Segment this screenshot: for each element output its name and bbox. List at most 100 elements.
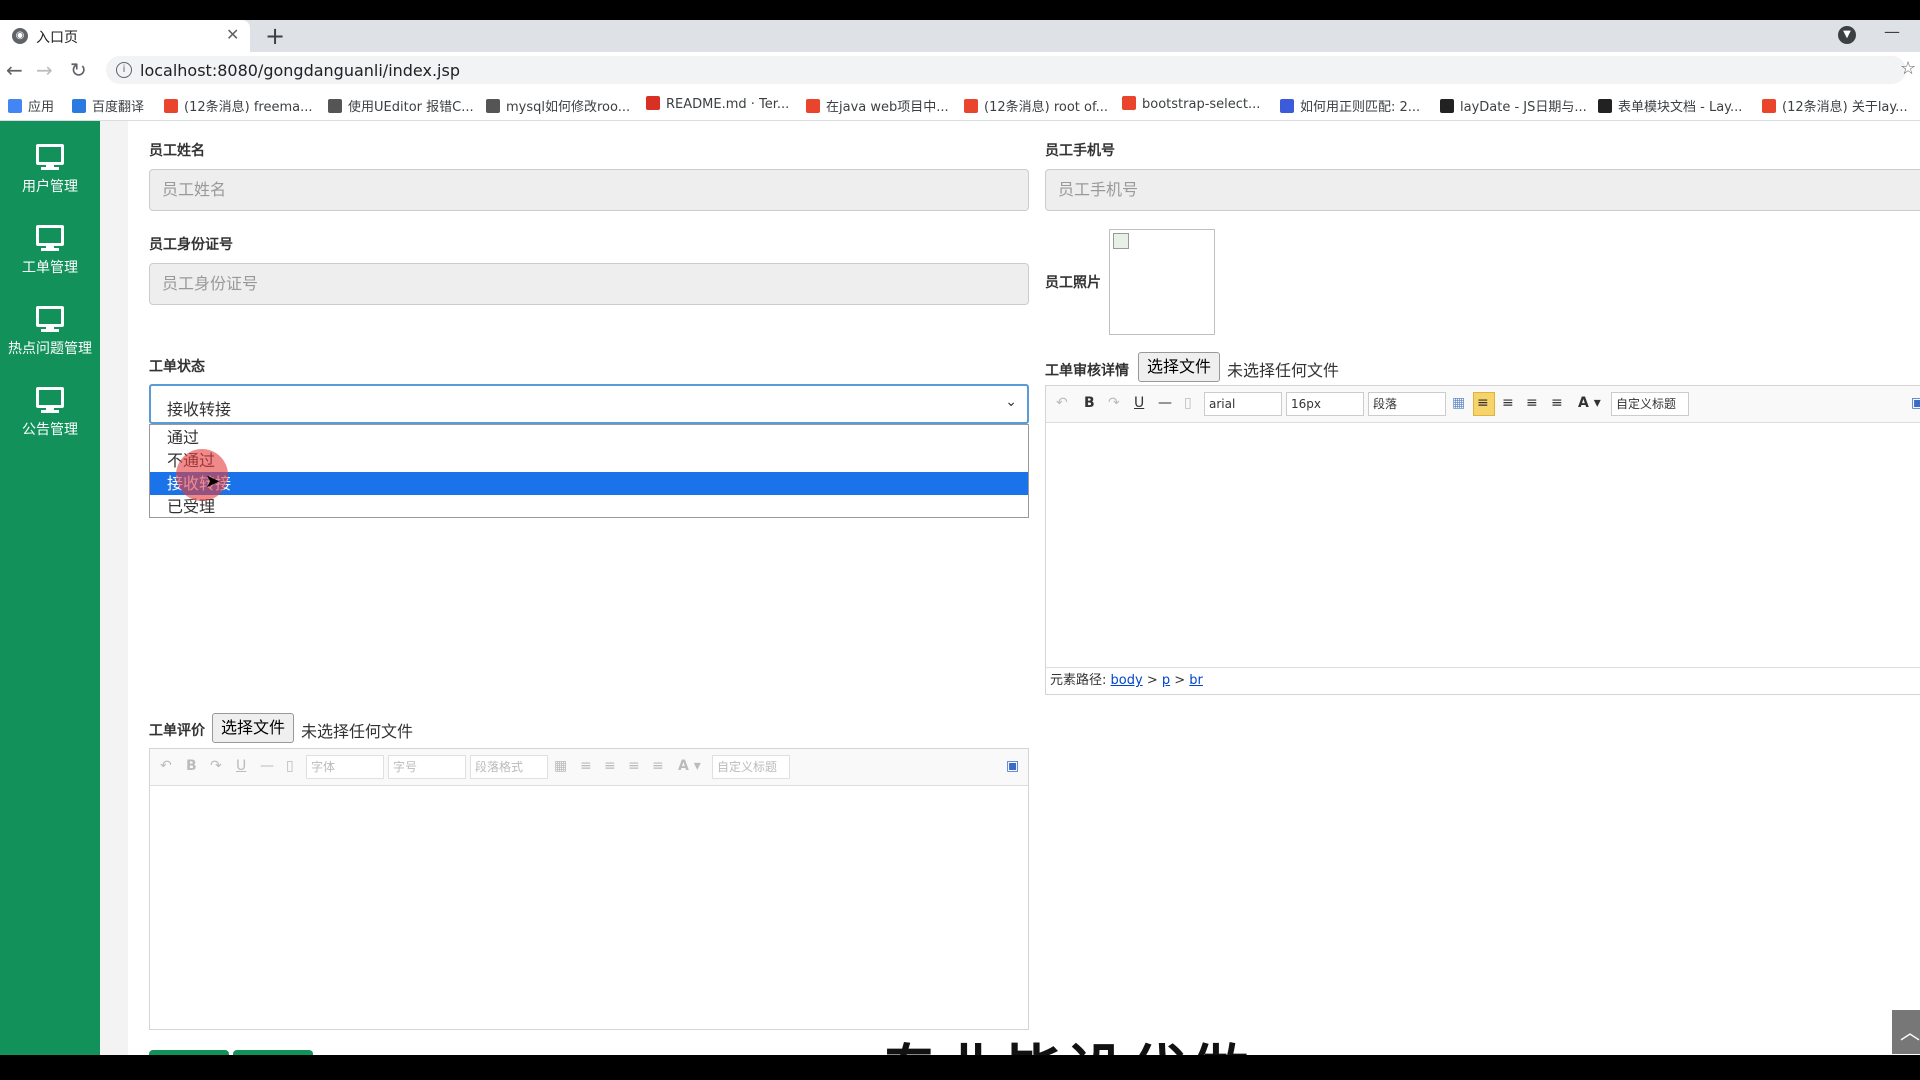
bold-icon[interactable]: B xyxy=(1084,395,1095,411)
sidebar-item-label: 用户管理 xyxy=(22,179,78,195)
bookmark-item[interactable]: 如何用正则匹配: 2... xyxy=(1280,96,1420,115)
employee-photo-label: 员工照片 xyxy=(1045,275,1101,291)
forward-icon[interactable]: → xyxy=(36,58,53,82)
status-option-accepted[interactable]: 已受理 xyxy=(150,495,1028,518)
bookmark-item[interactable]: mysql如何修改roo... xyxy=(486,96,630,115)
bookmark-item[interactable]: 在java web项目中... xyxy=(806,96,949,115)
font-family-select[interactable]: arial xyxy=(1204,392,1282,416)
bookmark-favicon-icon xyxy=(72,99,86,113)
align-left-icon[interactable]: ≡ xyxy=(580,758,592,774)
align-left-icon[interactable]: ≡ xyxy=(1477,395,1489,411)
bottom-black-bar xyxy=(0,1055,1920,1080)
document-icon[interactable]: ▯ xyxy=(286,758,294,774)
align-center-icon[interactable]: ≡ xyxy=(628,758,640,774)
minimize-icon[interactable]: — xyxy=(1884,22,1900,41)
url-text: localhost:8080/gongdanguanli/index.jsp xyxy=(140,61,460,80)
bookmark-item[interactable]: (12条消息) freema... xyxy=(164,96,312,115)
ticket-status-label: 工单状态 xyxy=(149,359,205,375)
bookmark-item[interactable]: (12条消息) root of... xyxy=(964,96,1108,115)
custom-title-select[interactable]: 自定义标题 xyxy=(712,755,790,779)
paragraph-select[interactable]: 段落 xyxy=(1368,392,1446,416)
font-family-select[interactable]: 字体 xyxy=(306,755,384,779)
sidebar-item-announcements[interactable]: 公告管理 xyxy=(0,373,100,451)
browser-tab[interactable]: ◉ 入口页 ✕ xyxy=(0,20,250,52)
font-color-icon[interactable]: A ▾ xyxy=(1578,395,1601,411)
bookmark-label: layDate - JS日期与... xyxy=(1460,100,1587,115)
bookmark-item[interactable]: (12条消息) 关于lay... xyxy=(1762,96,1908,115)
align-right-icon[interactable]: ≡ xyxy=(604,758,616,774)
employee-phone-input[interactable]: 员工手机号 xyxy=(1045,169,1920,211)
info-icon[interactable]: i xyxy=(116,62,132,78)
paragraph-select[interactable]: 段落格式 xyxy=(470,755,548,779)
employee-name-input[interactable]: 员工姓名 xyxy=(149,169,1029,211)
table-icon[interactable]: ▦ xyxy=(554,758,567,774)
bookmark-item[interactable]: 百度翻译 xyxy=(72,96,144,115)
bookmark-favicon-icon xyxy=(646,96,660,110)
monitor-icon xyxy=(36,306,64,332)
sidebar-item-ticket-management[interactable]: 工单管理 xyxy=(0,211,100,289)
font-color-icon[interactable]: A ▾ xyxy=(678,758,701,774)
font-size-select[interactable]: 16px xyxy=(1286,392,1364,416)
document-icon[interactable]: ▯ xyxy=(1184,395,1192,411)
bookmark-favicon-icon xyxy=(1440,99,1454,113)
bookmark-item[interactable]: 应用 xyxy=(8,96,54,115)
sidebar-item-user-management[interactable]: 用户管理 xyxy=(0,130,100,208)
path-br-link[interactable]: br xyxy=(1189,673,1203,688)
reload-icon[interactable]: ↻ xyxy=(70,58,87,82)
custom-title-select[interactable]: 自定义标题 xyxy=(1611,392,1689,416)
status-option-pass[interactable]: 通过 xyxy=(150,426,1028,449)
new-tab-icon[interactable]: + xyxy=(265,22,285,50)
status-option-transfer[interactable]: 接收转接 xyxy=(150,472,1028,495)
align-right-icon[interactable]: ≡ xyxy=(1502,395,1514,411)
underline-icon[interactable]: U xyxy=(236,758,246,774)
address-bar[interactable]: i localhost:8080/gongdanguanli/index.jsp xyxy=(106,56,1906,84)
element-path-label: 元素路径: xyxy=(1050,673,1107,688)
path-p-link[interactable]: p xyxy=(1162,673,1170,688)
review-detail-label: 工单审核详情 xyxy=(1045,363,1129,379)
star-icon[interactable]: ☆ xyxy=(1900,58,1916,79)
sidebar-item-label: 热点问题管理 xyxy=(8,341,92,357)
undo-icon[interactable]: ↶ xyxy=(1056,395,1068,411)
table-icon[interactable]: ▦ xyxy=(1452,395,1465,411)
sidebar-item-hot-issues[interactable]: 热点问题管理 xyxy=(0,292,100,370)
bookmark-item[interactable]: 表单模块文档 - Lay... xyxy=(1598,96,1742,115)
horizontal-rule-icon[interactable]: — xyxy=(260,758,274,774)
bookmark-label: (12条消息) freema... xyxy=(184,100,313,115)
bookmark-label: 表单模块文档 - Lay... xyxy=(1618,100,1743,115)
evaluation-editor[interactable]: ↶ B ↷ U — ▯ 字体 字号 段落格式 ▦ ≡ ≡ ≡ ≡ A ▾ 自定义… xyxy=(149,748,1029,1030)
bookmark-item[interactable]: 使用UEditor 报错C... xyxy=(328,96,474,115)
bookmark-favicon-icon xyxy=(1122,96,1136,110)
path-body-link[interactable]: body xyxy=(1111,673,1143,688)
align-center-icon[interactable]: ≡ xyxy=(1526,395,1538,411)
underline-icon[interactable]: U xyxy=(1134,395,1144,411)
redo-icon[interactable]: ↷ xyxy=(210,758,222,774)
review-editor[interactable]: ↶ B ↷ U — ▯ arial 16px 段落 ▦ ≡ ≡ ≡ ≡ A ▾ … xyxy=(1045,385,1920,695)
bookmark-label: (12条消息) 关于lay... xyxy=(1782,100,1908,115)
bookmark-item[interactable]: README.md · Ter... xyxy=(646,96,789,112)
employee-photo xyxy=(1109,229,1215,335)
bookmark-item[interactable]: bootstrap-select... xyxy=(1122,96,1260,112)
bookmark-item[interactable]: layDate - JS日期与... xyxy=(1440,96,1587,115)
redo-icon[interactable]: ↷ xyxy=(1108,395,1120,411)
bookmark-favicon-icon xyxy=(964,99,978,113)
review-file-button[interactable]: 选择文件 xyxy=(1138,352,1221,382)
monitor-icon xyxy=(36,387,64,413)
undo-icon[interactable]: ↶ xyxy=(160,758,172,774)
justify-icon[interactable]: ≡ xyxy=(652,758,664,774)
fullscreen-icon[interactable]: ▣ xyxy=(1911,395,1920,411)
profile-icon[interactable]: ▼ xyxy=(1838,26,1856,44)
back-icon[interactable]: ← xyxy=(6,58,23,82)
evaluation-file-button[interactable]: 选择文件 xyxy=(212,713,295,743)
employee-idcard-input[interactable]: 员工身份证号 xyxy=(149,263,1029,305)
mouse-cursor-icon: ➤ xyxy=(205,471,221,492)
fullscreen-icon[interactable]: ▣ xyxy=(1006,758,1019,774)
justify-icon[interactable]: ≡ xyxy=(1551,395,1563,411)
bold-icon[interactable]: B xyxy=(186,758,197,774)
close-icon[interactable]: ✕ xyxy=(226,25,239,44)
font-size-select[interactable]: 字号 xyxy=(388,755,466,779)
ticket-status-select[interactable]: 接收转接 ⌄ xyxy=(149,384,1029,424)
horizontal-rule-icon[interactable]: — xyxy=(1158,395,1172,411)
status-option-reject[interactable]: 不通过 xyxy=(150,449,1028,472)
scroll-to-top-button[interactable]: ︿ xyxy=(1892,1010,1920,1054)
bookmark-label: (12条消息) root of... xyxy=(984,100,1108,115)
